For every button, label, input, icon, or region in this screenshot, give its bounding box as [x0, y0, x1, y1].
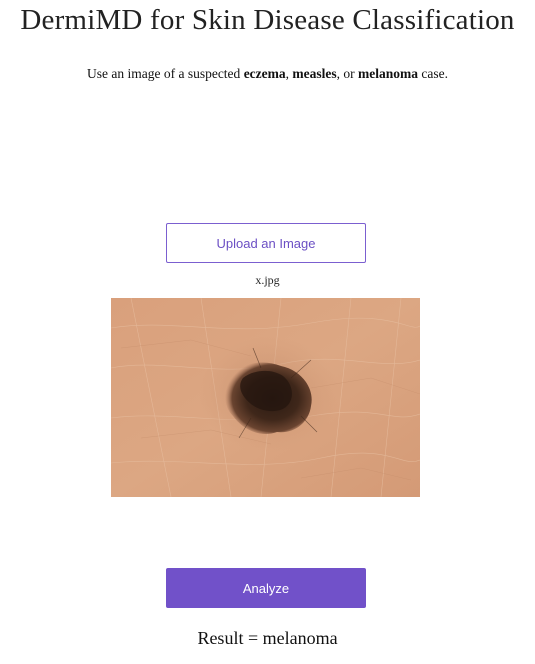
uploaded-filename: x.jpg: [255, 273, 280, 287]
instructions-suffix: case.: [418, 66, 449, 81]
analyze-button[interactable]: Analyze: [166, 568, 366, 608]
result-text: Result = melanoma: [197, 628, 338, 648]
skin-lesion-image: [111, 298, 420, 497]
upload-image-button[interactable]: Upload an Image: [166, 223, 366, 263]
instructions-text: Use an image of a suspected eczema, meas…: [0, 66, 535, 82]
option-eczema: eczema: [243, 66, 286, 81]
page-title: DermiMD for Skin Disease Classification: [20, 4, 515, 36]
instructions-prefix: Use an image of a suspected: [86, 66, 244, 81]
option-measles: measles: [292, 66, 337, 81]
instructions-separator: , or: [336, 66, 359, 81]
option-melanoma: melanoma: [358, 66, 419, 81]
